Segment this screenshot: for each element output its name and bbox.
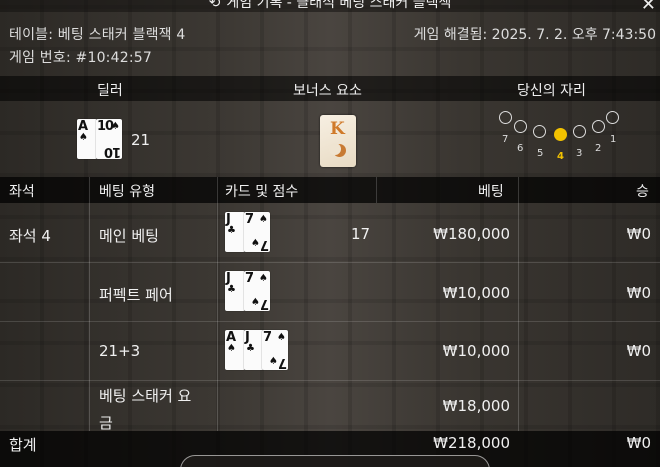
row-bet-type: 21+3 xyxy=(99,342,141,360)
player-card-jack-clubs: J ♣ xyxy=(225,212,245,252)
seat-6-label: 6 xyxy=(517,143,524,154)
seat-6-dot xyxy=(514,120,527,133)
row-score: 17 xyxy=(351,225,371,243)
dealer-heading: 딜러 xyxy=(97,83,123,99)
window-title: 게임 기록 - 클래식 베팅 스태커 블랙잭 xyxy=(226,0,452,11)
seat-3-dot xyxy=(573,125,586,138)
seat-4-label: 4 xyxy=(557,151,564,162)
seat-1-label: 1 xyxy=(610,134,617,145)
row-bet-type: 퍼펙트 페어 xyxy=(99,286,173,304)
divider xyxy=(376,177,377,203)
close-icon[interactable]: ✕ xyxy=(641,0,656,15)
game-resolved-time: 게임 해결됨: 2025. 7. 2. 오후 7:43:50 xyxy=(413,27,656,43)
seat-4-dot-active xyxy=(554,128,567,141)
total-win: ₩0 xyxy=(626,434,651,452)
seat-7-label: 7 xyxy=(502,134,509,145)
seat-2-dot xyxy=(592,120,605,133)
row-bet: ₩10,000 xyxy=(442,284,510,302)
col-bet: 베팅 xyxy=(478,184,504,200)
row-bet: ₩10,000 xyxy=(442,342,510,360)
seat-1-dot xyxy=(606,111,619,124)
player-card-jack-clubs: J ♣ xyxy=(244,330,264,370)
clock-history-icon: ⟲ xyxy=(208,0,221,11)
game-number: 게임 번호: #10:42:57 xyxy=(9,50,152,66)
seat-2-label: 2 xyxy=(595,143,602,154)
divider xyxy=(0,380,660,381)
divider xyxy=(0,262,660,263)
summary-header: 딜러 보너스 요소 당신의 자리 xyxy=(0,76,660,101)
row-seat: 좌석 4 xyxy=(9,227,51,245)
seat-7-dot xyxy=(499,111,512,124)
total-bet: ₩218,000 xyxy=(433,434,510,452)
divider xyxy=(89,177,90,431)
window-title-bar: ⟲ 게임 기록 - 클래식 베팅 스태커 블랙잭 xyxy=(0,0,660,12)
col-cards-score: 카드 및 점수 xyxy=(225,184,299,200)
player-card-seven-spades: 7 ♠ ♠ 7 xyxy=(244,212,270,252)
seat-5-dot xyxy=(533,125,546,138)
seat-5-label: 5 xyxy=(537,148,544,159)
bonus-card-king: K xyxy=(320,115,356,167)
row-bet: ₩18,000 xyxy=(442,397,510,415)
player-card-seven-spades: 7 ♠ ♠ 7 xyxy=(244,271,270,311)
dealer-score: 21 xyxy=(131,131,151,149)
game-history-panel: ⟲ 게임 기록 - 클래식 베팅 스태커 블랙잭 ✕ 테이블: 베팅 스태커 블랙… xyxy=(0,0,660,467)
player-card-jack-clubs: J ♣ xyxy=(225,271,245,311)
row-bet-type-line1: 베팅 스태커 요 xyxy=(99,387,192,405)
moon-icon xyxy=(329,143,346,157)
col-bet-type: 베팅 유형 xyxy=(99,184,155,200)
player-card-seven-spades: 7 ♠ ♠ 7 xyxy=(262,330,288,370)
player-card-ace-spades: A ♠ xyxy=(225,330,245,370)
row-bet: ₩180,000 xyxy=(433,225,510,243)
bets-table-header: 좌석 베팅 유형 카드 및 점수 베팅 승 xyxy=(0,177,660,203)
row-win: ₩0 xyxy=(626,225,651,243)
dealer-card-ten-spades: 10 ♠ 10 xyxy=(96,119,122,159)
col-win: 승 xyxy=(636,184,649,200)
table-name: 테이블: 베팅 스태커 블랙잭 4 xyxy=(9,27,186,43)
row-bet-type-line2: 금 xyxy=(99,414,113,432)
seat-3-label: 3 xyxy=(576,148,583,159)
bottom-navigation-pill[interactable] xyxy=(180,455,490,467)
dealer-card-ace-spades: A ♠ xyxy=(77,119,97,159)
row-bet-type: 메인 베팅 xyxy=(99,227,159,245)
divider xyxy=(0,321,660,322)
divider xyxy=(518,177,519,431)
row-win: ₩0 xyxy=(626,342,651,360)
bonus-heading: 보너스 요소 xyxy=(293,83,362,99)
your-seat-heading: 당신의 자리 xyxy=(517,83,586,99)
divider xyxy=(217,177,218,431)
col-seat: 좌석 xyxy=(9,184,35,200)
total-label: 합계 xyxy=(9,436,37,454)
row-win: ₩0 xyxy=(626,284,651,302)
